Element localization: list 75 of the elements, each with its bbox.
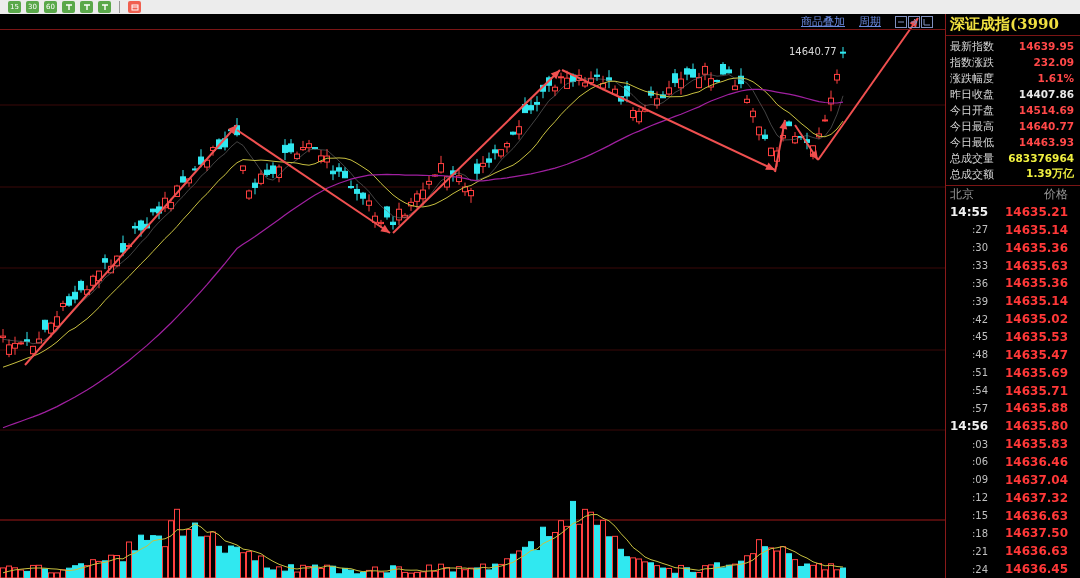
period-button[interactable] (62, 1, 75, 13)
index-title: 深证成指(3990 (946, 14, 1080, 36)
tick-time: :12 (971, 492, 989, 504)
tick-time: :21 (971, 545, 989, 557)
tick-time: :18 (971, 527, 989, 539)
tick-price: 14635.36 (1005, 276, 1068, 291)
header-link[interactable]: 商品叠加 (801, 14, 845, 29)
tick-price: 14637.04 (1005, 472, 1068, 487)
column-header: 北京 (950, 186, 974, 203)
t-glyph-icon (64, 3, 73, 11)
tick-price: 14635.14 (1005, 294, 1068, 309)
tick-price: 14635.47 (1005, 347, 1068, 362)
tick-time: :39 (971, 295, 989, 307)
stat-label: 总成交额 (950, 166, 994, 182)
tick-time: :57 (971, 402, 989, 414)
stat-value: 1.39万亿 (1026, 167, 1074, 181)
tick-time: :36 (971, 277, 989, 289)
period-button[interactable] (80, 1, 93, 13)
tick-time: :33 (971, 260, 989, 271)
tick-time: :51 (971, 367, 989, 379)
stat-value: 14463.93 (1018, 136, 1074, 148)
high-price-label: 14640.77 (789, 46, 837, 57)
tick-time: :27 (971, 224, 989, 236)
tick-price: 14635.63 (1005, 258, 1068, 273)
tick-time: :45 (971, 331, 989, 343)
stat-value: 1.61% (1037, 72, 1074, 84)
tick-price: 14635.02 (1005, 312, 1068, 327)
tick-time: :03 (971, 438, 989, 450)
tick-time: :06 (971, 456, 989, 468)
tick-time: :24 (971, 563, 989, 575)
stat-value: 683376964 (1008, 152, 1074, 164)
stat-label: 昨日收盘 (950, 86, 994, 102)
stat-value: 14514.69 (1018, 104, 1074, 116)
calendar-icon (130, 3, 139, 11)
stat-value: 14407.86 (1018, 88, 1074, 100)
stat-label: 总成交量 (950, 150, 994, 166)
stat-label: 今日最低 (950, 134, 994, 150)
tick-price: 14635.71 (1005, 383, 1068, 398)
tick-price: 14635.53 (1005, 329, 1068, 344)
tick-time: :48 (971, 349, 989, 361)
tick-price: 14635.14 (1005, 222, 1068, 237)
tick-time: :54 (971, 385, 989, 396)
stat-label: 指数涨跌 (950, 54, 994, 70)
stat-value: 14640.77 (1018, 120, 1074, 132)
period-button[interactable] (98, 1, 111, 13)
tick-price: 14636.63 (1005, 508, 1068, 523)
tick-price: 14637.32 (1005, 490, 1068, 505)
tick-price: 14635.88 (1005, 401, 1068, 416)
tick-time: :15 (971, 510, 989, 522)
tick-price: 14636.45 (1005, 562, 1068, 577)
tick-price: 14635.21 (1005, 204, 1068, 219)
tick-time: :42 (971, 313, 989, 325)
stat-label: 最新指数 (950, 38, 994, 54)
column-header: 价格 (1044, 186, 1068, 203)
stat-label: 今日开盘 (950, 102, 994, 118)
tick-time: 14:55 (950, 204, 989, 219)
tick-time: :09 (971, 474, 989, 486)
tick-price: 14636.46 (1005, 454, 1068, 469)
stat-label: 涨跌幅度 (950, 70, 994, 86)
tick-price: 14635.69 (1005, 365, 1068, 380)
stat-value: 232.09 (1033, 56, 1074, 68)
tick-price: 14635.80 (1005, 419, 1068, 434)
header-link[interactable]: 周期 (859, 14, 881, 29)
tick-time: :30 (971, 242, 989, 254)
tick-price: 14637.50 (1005, 526, 1068, 541)
stat-label: 今日最高 (950, 118, 994, 134)
tick-price: 14636.63 (1005, 544, 1068, 559)
tick-price: 14635.83 (1005, 437, 1068, 452)
tick-price: 14635.36 (1005, 240, 1068, 255)
t-glyph-icon (82, 3, 91, 11)
calendar-button[interactable] (128, 1, 141, 13)
tick-time: 14:56 (950, 419, 989, 434)
stat-value: 14639.95 (1018, 40, 1074, 52)
layout-icons[interactable] (895, 15, 933, 28)
t-glyph-icon (100, 3, 109, 11)
